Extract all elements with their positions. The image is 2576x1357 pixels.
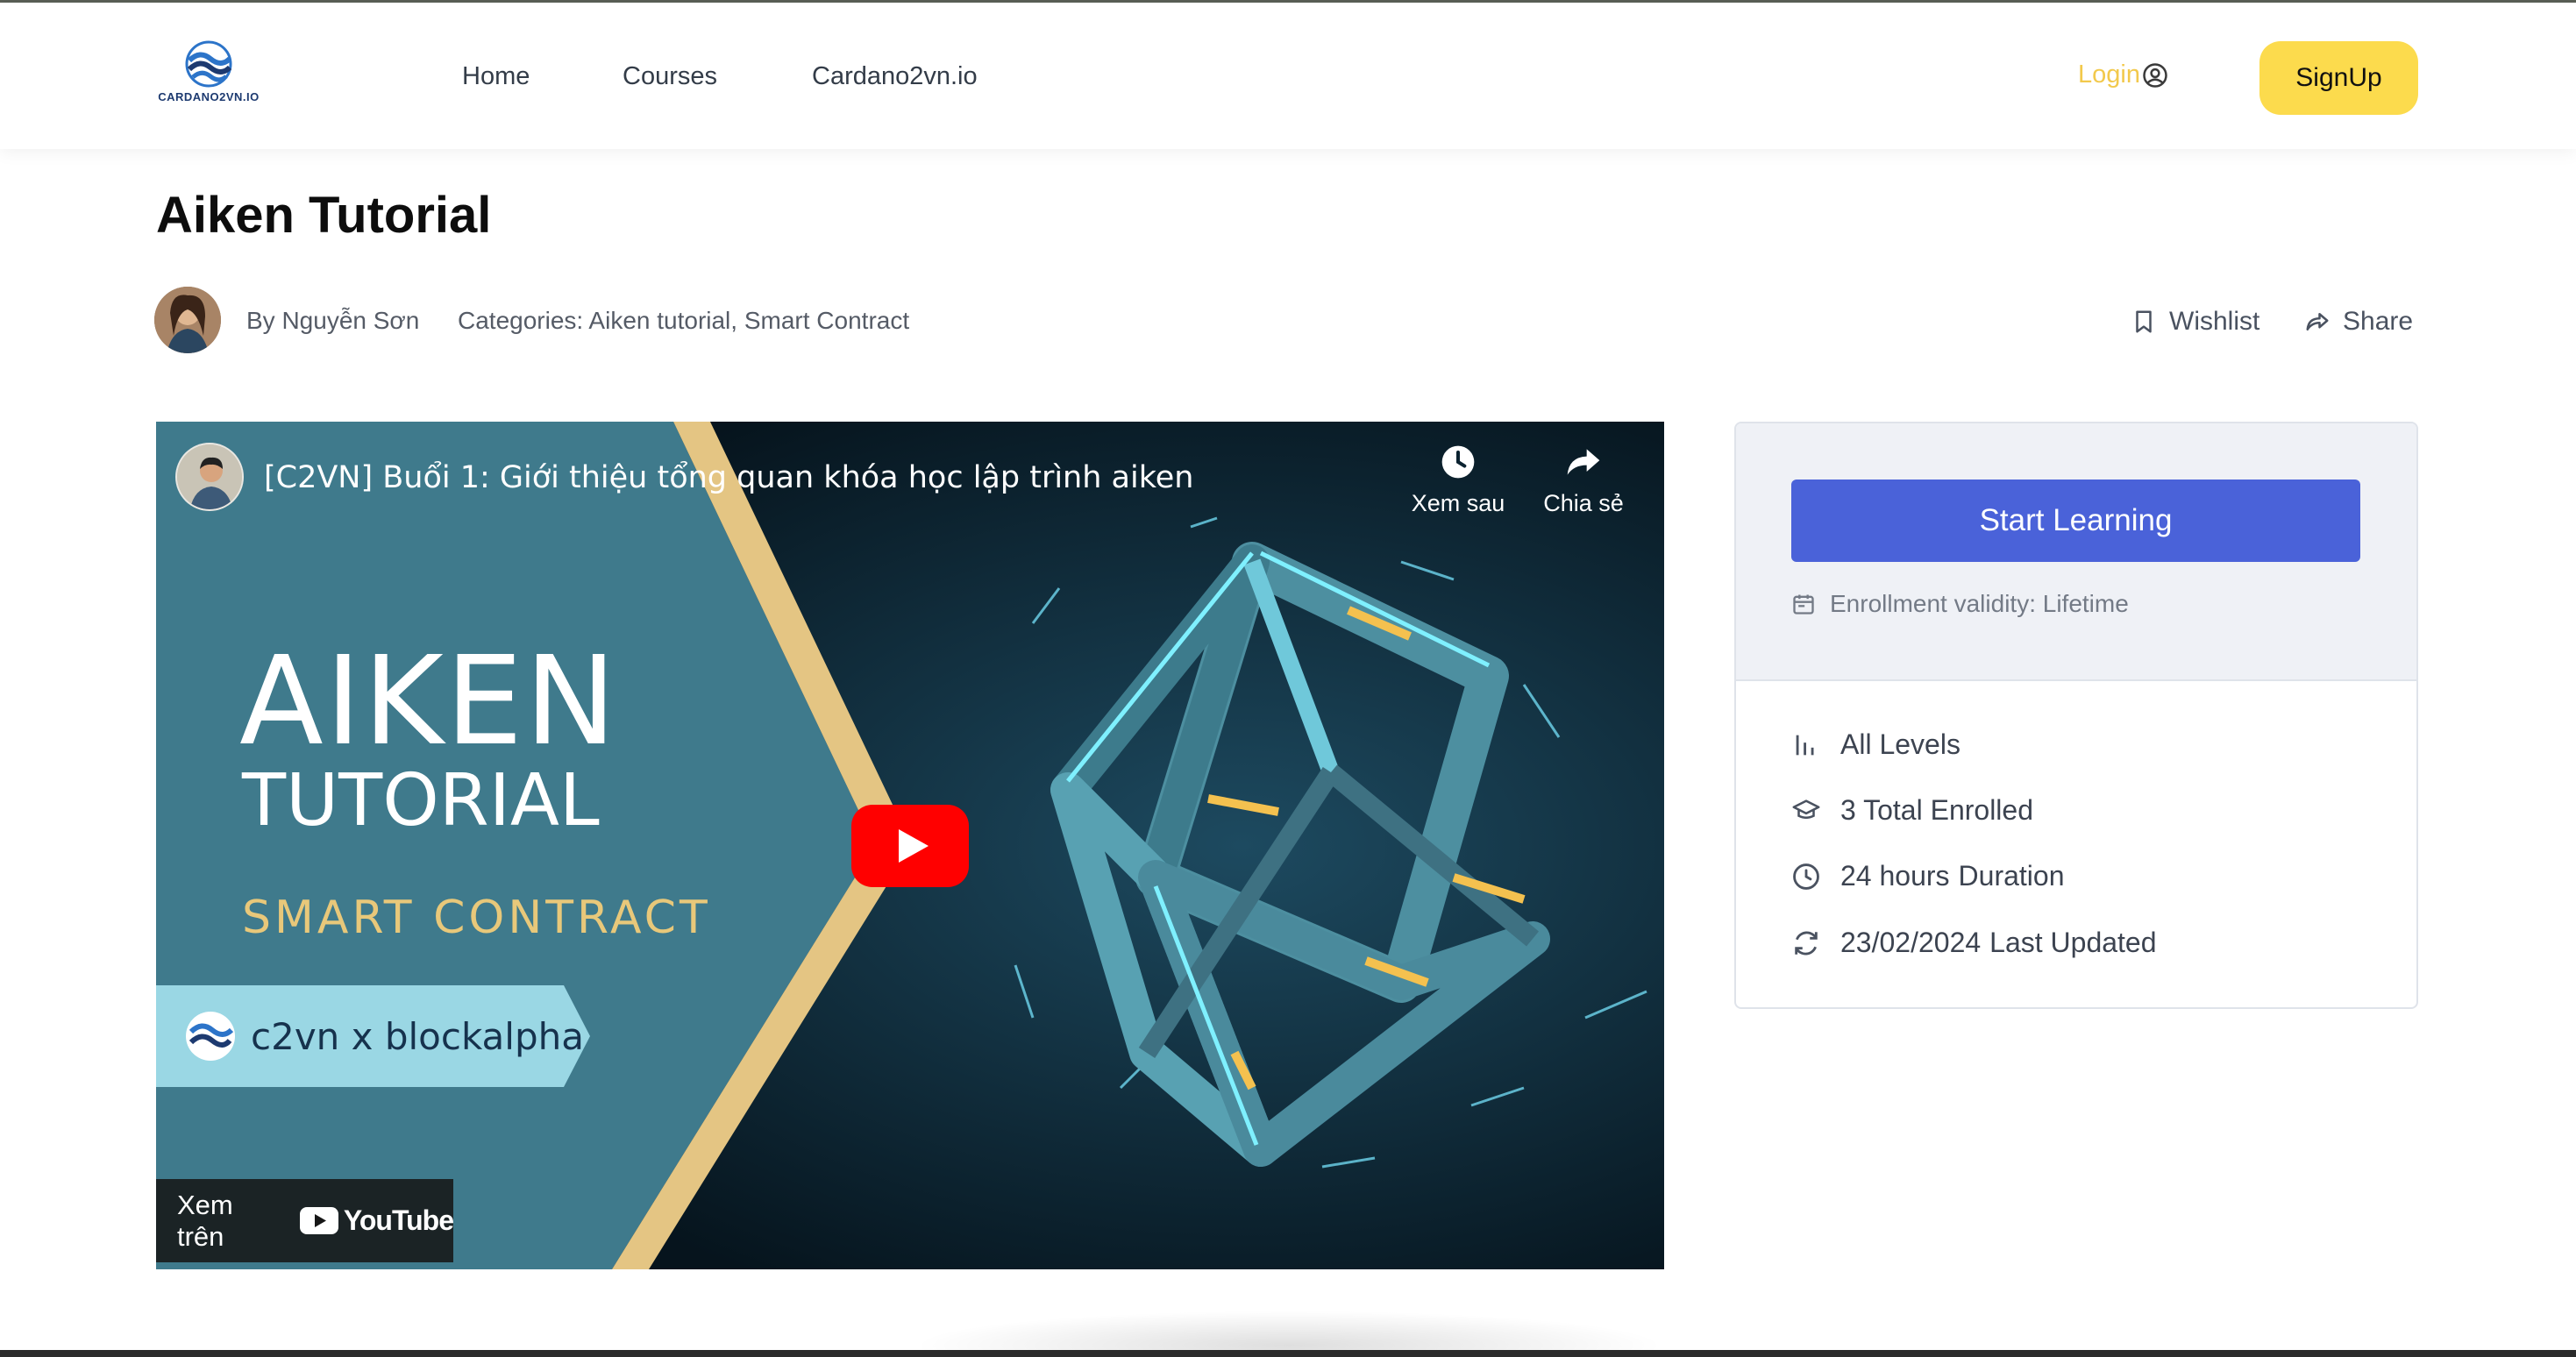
- channel-avatar[interactable]: [175, 443, 244, 511]
- enrollment-validity-text: Enrollment validity: Lifetime: [1830, 590, 2129, 617]
- refresh-icon: [1795, 930, 1818, 956]
- login-link[interactable]: Login: [2078, 60, 2168, 89]
- bar-levels-icon: [1796, 735, 1814, 755]
- thumbnail-tagline: SMART CONTRACT: [242, 892, 711, 944]
- course-video-player[interactable]: [C2VN] Buổi 1: Giới thiệu tổng quan khóa…: [156, 422, 1664, 1269]
- nav-cardano2vn[interactable]: Cardano2vn.io: [812, 62, 978, 91]
- course-level-text: All Levels: [1840, 728, 1960, 760]
- avatar-image: [154, 287, 221, 353]
- author-name: By Nguyễn Sơn: [246, 307, 420, 334]
- last-updated-label: Last Updated: [1989, 927, 2157, 958]
- watch-on-label: Xem trên: [177, 1189, 233, 1252]
- share-label: Share: [2343, 307, 2414, 336]
- course-duration-label: Duration: [1958, 860, 2065, 892]
- youtube-logo-text: YouTube: [343, 1204, 454, 1236]
- wishlist-button[interactable]: Wishlist: [2131, 307, 2259, 337]
- start-learning-button[interactable]: Start Learning: [1791, 480, 2360, 562]
- share-arrow-icon: [1567, 449, 1600, 475]
- course-duration-value: 24 hours: [1840, 860, 1950, 892]
- video-title[interactable]: [C2VN] Buổi 1: Giới thiệu tổng quan khóa…: [264, 460, 1193, 495]
- last-updated: 23/02/2024 Last Updated: [1791, 927, 2157, 959]
- nav-home[interactable]: Home: [462, 62, 530, 91]
- clock-icon: [1793, 863, 1819, 890]
- total-enrolled: 3 Total Enrolled: [1791, 794, 2033, 827]
- author-avatar[interactable]: [154, 287, 221, 353]
- site-logo[interactable]: CARDANO2VN.IO: [154, 38, 263, 111]
- youtube-logo: YouTube: [299, 1204, 454, 1237]
- page-title: Aiken Tutorial: [156, 187, 492, 244]
- share-button[interactable]: Share: [2304, 307, 2413, 337]
- login-label: Login: [2078, 60, 2140, 89]
- calendar-icon: [1793, 594, 1814, 615]
- total-enrolled-text: 3 Total Enrolled: [1840, 794, 2033, 826]
- nav-courses[interactable]: Courses: [623, 62, 717, 91]
- thumbnail-subheading: TUTORIAL: [242, 759, 600, 842]
- course-duration: 24 hours Duration: [1791, 860, 2064, 892]
- enroll-card-header: Start Learning Enrollment validity: Life…: [1736, 423, 2416, 681]
- video-share-label: Chia sẻ: [1543, 490, 1624, 516]
- watch-on-youtube-link[interactable]: Xem trên YouTube: [156, 1179, 454, 1262]
- window-bottom-border: [0, 1350, 2576, 1357]
- site-header: CARDANO2VN.IO Home Courses Cardano2vn.io…: [0, 3, 2576, 149]
- share-arrow-icon: [2306, 313, 2329, 330]
- signup-button[interactable]: SignUp: [2259, 41, 2418, 115]
- logo-text: CARDANO2VN.IO: [158, 90, 260, 103]
- bookmark-icon: [2136, 310, 2152, 333]
- last-updated-value: 23/02/2024: [1840, 927, 1982, 958]
- user-circle-icon: [2143, 62, 2167, 88]
- watch-later-label: Xem sau: [1411, 490, 1505, 516]
- enrollment-validity: Enrollment validity: Lifetime: [1791, 590, 2129, 618]
- play-icon: [851, 805, 969, 887]
- video-share-button[interactable]: Chia sẻ: [1531, 443, 1636, 517]
- wishlist-label: Wishlist: [2169, 307, 2260, 336]
- clock-icon: [1441, 445, 1475, 479]
- course-level: All Levels: [1791, 728, 1960, 761]
- thumbnail-heading: AIKEN: [239, 630, 619, 773]
- watch-later-button[interactable]: Xem sau: [1405, 443, 1511, 517]
- enroll-card: Start Learning Enrollment validity: Life…: [1734, 422, 2418, 1009]
- logo-mark-icon: [185, 40, 232, 88]
- thumbnail-badge: c2vn x blockalpha: [251, 1015, 584, 1058]
- youtube-play-icon: [299, 1207, 338, 1234]
- play-button[interactable]: [851, 805, 969, 887]
- course-categories: Categories: Aiken tutorial, Smart Contra…: [458, 307, 910, 334]
- graduation-cap-icon: [1792, 799, 1820, 819]
